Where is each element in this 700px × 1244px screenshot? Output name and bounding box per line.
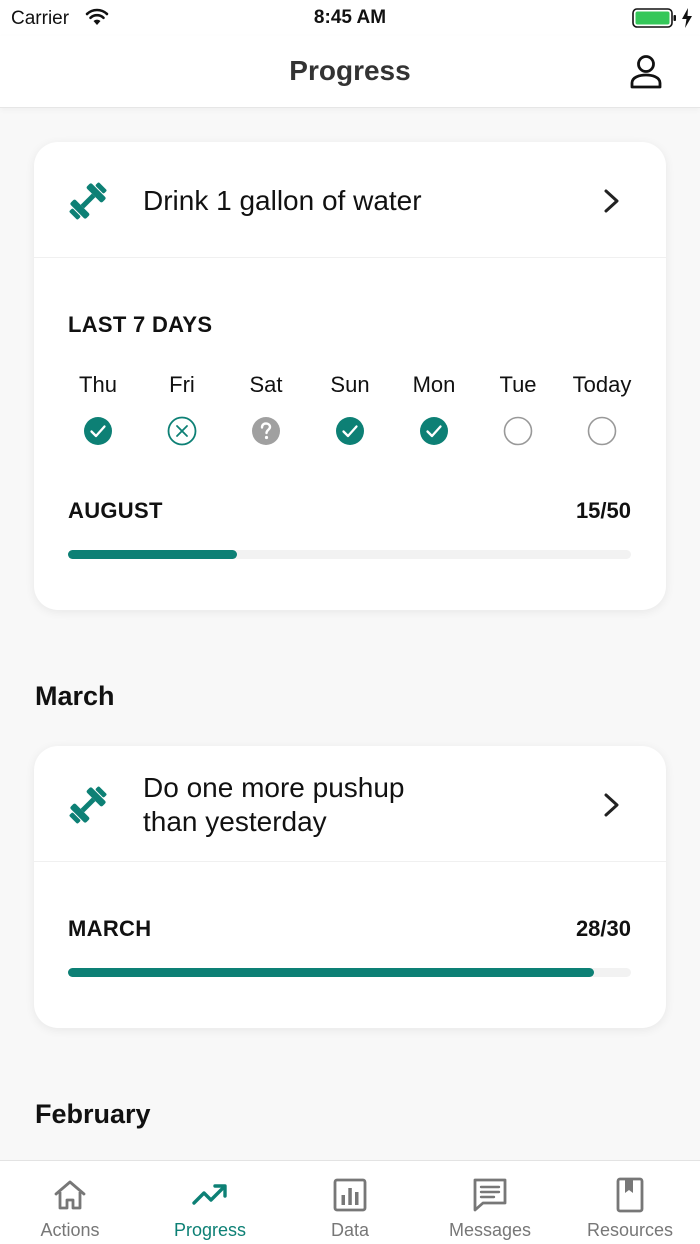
page-title: Progress xyxy=(289,55,411,86)
progress-bar-fill xyxy=(68,968,595,977)
x-circle-icon xyxy=(167,416,197,446)
day-today: Today xyxy=(560,372,644,446)
battery-icon xyxy=(632,8,676,28)
empty-circle-icon xyxy=(587,416,617,446)
clock: 8:45 AM xyxy=(313,7,387,28)
chevron-right-icon[interactable] xyxy=(600,790,624,820)
day-sun: Sun xyxy=(308,372,392,446)
action-title-line-1: Do one more pushup xyxy=(143,772,405,803)
progress-bar xyxy=(68,550,631,559)
day-thu: Thu xyxy=(56,372,140,446)
tab-messages[interactable]: Messages xyxy=(420,1161,560,1244)
last-7-days-row: Thu Fri Sat Sun Mon Tue Today xyxy=(56,372,644,452)
day-label: Sat xyxy=(249,372,283,397)
month-label: MARCH xyxy=(68,916,152,941)
progress-count: 28/30 xyxy=(575,916,631,941)
tab-label: Progress xyxy=(173,1220,247,1240)
check-circle-icon xyxy=(336,417,364,445)
current-action-card[interactable]: Drink 1 gallon of water LAST 7 DAYS Thu … xyxy=(34,142,666,610)
home-icon xyxy=(54,1180,86,1210)
empty-circle-icon xyxy=(503,416,533,446)
tab-label: Messages xyxy=(448,1220,532,1240)
profile-icon[interactable] xyxy=(626,54,666,90)
day-sat: Sat xyxy=(224,372,308,446)
tab-resources[interactable]: Resources xyxy=(560,1161,700,1244)
day-label: Fri xyxy=(169,372,195,397)
action-title-line-2: than yesterday xyxy=(143,806,327,837)
action-title: Do one more pushup than yesterday xyxy=(143,771,563,839)
trend-up-icon xyxy=(192,1184,227,1205)
day-fri: Fri xyxy=(140,372,224,446)
tab-label: Resources xyxy=(586,1220,674,1240)
day-mon: Mon xyxy=(392,372,476,446)
chevron-right-icon[interactable] xyxy=(600,186,624,216)
bar-chart-icon xyxy=(333,1178,367,1212)
tab-bar: Actions Progress Data Messages Resources xyxy=(0,1160,700,1244)
charging-icon xyxy=(682,8,692,28)
last-7-days-label: LAST 7 DAYS xyxy=(68,312,213,337)
check-circle-icon xyxy=(420,417,448,445)
check-circle-icon xyxy=(84,417,112,445)
day-label: Sun xyxy=(330,372,370,397)
day-label: Thu xyxy=(79,372,117,397)
progress-count: 15/50 xyxy=(575,498,631,523)
progress-bar-fill xyxy=(68,550,237,559)
day-label: Today xyxy=(572,372,632,397)
day-tue: Tue xyxy=(476,372,560,446)
section-title-february: February xyxy=(35,1099,151,1129)
tab-label: Data xyxy=(330,1220,370,1240)
navigation-bar: Progress xyxy=(0,36,700,108)
day-label: Mon xyxy=(412,372,456,397)
progress-bar xyxy=(68,968,631,977)
tab-label: Actions xyxy=(40,1220,100,1240)
tab-data[interactable]: Data xyxy=(280,1161,420,1244)
card-header[interactable]: Drink 1 gallon of water xyxy=(34,142,666,258)
dumbbell-icon xyxy=(69,182,107,220)
card-header[interactable]: Do one more pushup than yesterday xyxy=(34,746,666,862)
tab-actions[interactable]: Actions xyxy=(0,1161,140,1244)
bookmark-icon xyxy=(616,1177,644,1213)
tab-progress[interactable]: Progress xyxy=(140,1161,280,1244)
action-title: Drink 1 gallon of water xyxy=(143,185,422,216)
section-title-march: March xyxy=(35,681,115,711)
dumbbell-icon xyxy=(69,786,107,824)
question-circle-icon xyxy=(252,417,280,445)
past-action-card[interactable]: Do one more pushup than yesterday MARCH … xyxy=(34,746,666,1028)
month-label: AUGUST xyxy=(68,498,163,523)
day-label: Tue xyxy=(499,372,537,397)
status-bar: Carrier 8:45 AM xyxy=(0,0,700,36)
message-icon xyxy=(473,1178,507,1212)
